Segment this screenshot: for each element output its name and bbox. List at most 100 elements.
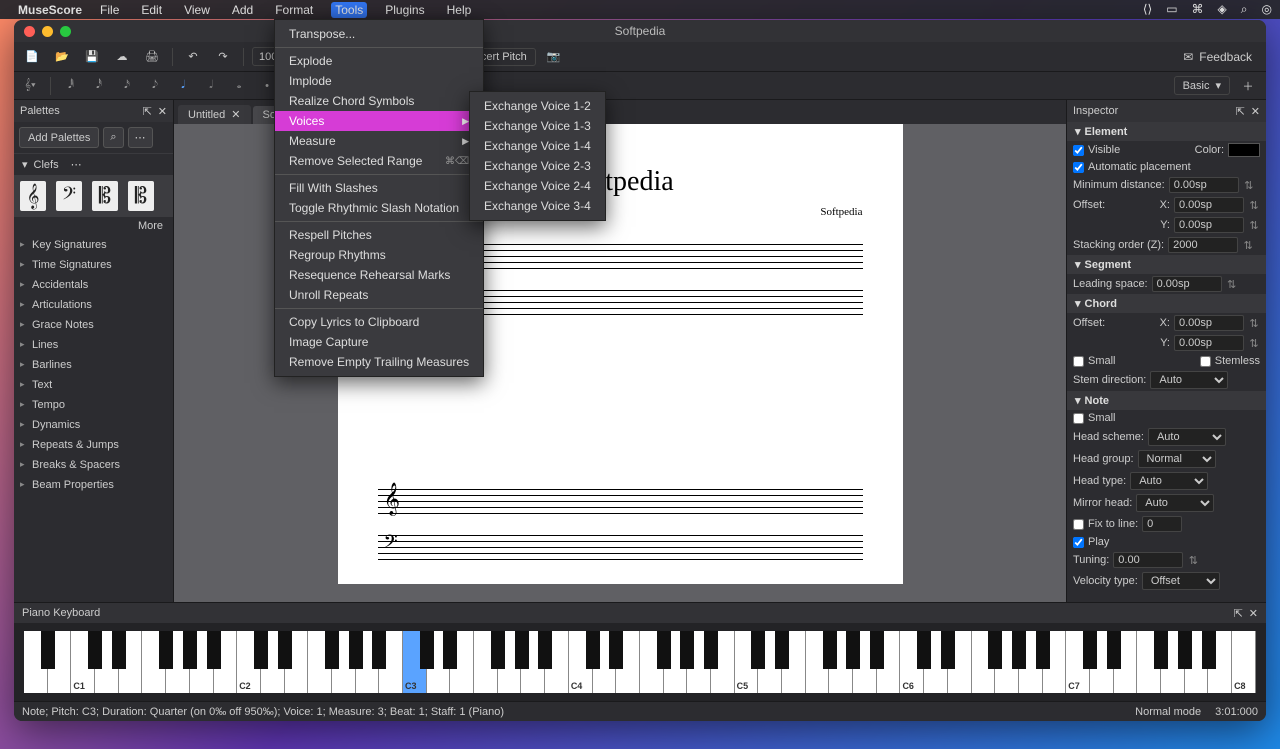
camera-icon[interactable]: 📷 — [542, 45, 566, 69]
palette-articulations[interactable]: Articulations — [14, 295, 173, 315]
menu-tools[interactable]: Tools — [331, 2, 367, 18]
black-key[interactable] — [1083, 631, 1097, 669]
black-key[interactable] — [1154, 631, 1168, 669]
exchange-voice-3-4[interactable]: Exchange Voice 3-4 — [470, 196, 605, 216]
undo-icon[interactable]: ↶ — [181, 45, 205, 69]
palette-tempo[interactable]: Tempo — [14, 395, 173, 415]
stacking-input[interactable] — [1168, 237, 1238, 253]
note-16th-icon[interactable]: 𝅘𝅥𝅯 — [117, 75, 137, 97]
color-swatch[interactable] — [1228, 143, 1260, 157]
siri-icon[interactable]: ◎ — [1262, 2, 1272, 17]
palette-time-sig[interactable]: Time Signatures — [14, 255, 173, 275]
palette-text[interactable]: Text — [14, 375, 173, 395]
tuning-input[interactable] — [1113, 552, 1183, 568]
note-quarter-icon[interactable]: 𝅘𝅥 — [173, 75, 193, 97]
min-dist-input[interactable] — [1169, 177, 1239, 193]
black-key[interactable] — [443, 631, 457, 669]
black-key[interactable] — [538, 631, 552, 669]
app-name[interactable]: MuseScore — [18, 3, 82, 17]
palette-barlines[interactable]: Barlines — [14, 355, 173, 375]
palette-search-icon[interactable]: ⌕ — [103, 127, 123, 148]
staff-system-2[interactable]: 𝄞 𝄢 — [378, 479, 863, 569]
black-key[interactable] — [1107, 631, 1121, 669]
exchange-voice-1-3[interactable]: Exchange Voice 1-3 — [470, 116, 605, 136]
wifi-icon[interactable]: ◈ — [1218, 2, 1227, 17]
leading-input[interactable] — [1152, 276, 1222, 292]
black-key[interactable] — [988, 631, 1002, 669]
note-64th-icon[interactable]: 𝅘𝅥𝅱 — [61, 75, 81, 97]
palette-repeats[interactable]: Repeats & Jumps — [14, 435, 173, 455]
tools-regroup[interactable]: Regroup Rhythms — [275, 245, 483, 265]
control-center-icon[interactable]: ⟨⟩ — [1143, 2, 1152, 17]
menu-view[interactable]: View — [180, 2, 214, 18]
piano-undock-icon[interactable]: ⇱ — [1234, 607, 1243, 620]
window-maximize[interactable] — [60, 26, 71, 37]
palette-accidentals[interactable]: Accidentals — [14, 275, 173, 295]
black-key[interactable] — [372, 631, 386, 669]
note-small-checkbox[interactable] — [1073, 413, 1084, 424]
tools-explode[interactable]: Explode — [275, 51, 483, 71]
note-8th-icon[interactable]: 𝅘𝅥𝅮 — [145, 75, 165, 97]
add-palettes-button[interactable]: Add Palettes — [19, 127, 99, 148]
cloud-icon[interactable]: ☁ — [110, 45, 134, 69]
tools-respell[interactable]: Respell Pitches — [275, 225, 483, 245]
stemless-checkbox[interactable] — [1200, 356, 1211, 367]
chord-x-input[interactable] — [1174, 315, 1244, 331]
fix-line-checkbox[interactable] — [1073, 519, 1084, 530]
insp-segment-header[interactable]: ▾ Segment — [1067, 255, 1266, 274]
exchange-voice-1-4[interactable]: Exchange Voice 1-4 — [470, 136, 605, 156]
black-key[interactable] — [420, 631, 434, 669]
black-key[interactable] — [349, 631, 363, 669]
feedback-button[interactable]: ✉ Feedback — [1183, 50, 1252, 64]
black-key[interactable] — [586, 631, 600, 669]
menu-help[interactable]: Help — [443, 2, 476, 18]
bass-clef-icon[interactable]: 𝄢 — [56, 181, 82, 211]
black-key[interactable] — [278, 631, 292, 669]
palette-clefs-header[interactable]: ▾ Clefs⋯ — [14, 154, 173, 175]
black-key[interactable] — [751, 631, 765, 669]
add-panel-icon[interactable]: ＋ — [1236, 74, 1260, 98]
black-key[interactable] — [491, 631, 505, 669]
black-key[interactable] — [325, 631, 339, 669]
alto-clef-icon[interactable]: 𝄡 — [92, 181, 118, 211]
black-key[interactable] — [775, 631, 789, 669]
tools-resequence[interactable]: Resequence Rehearsal Marks — [275, 265, 483, 285]
tenor-clef-icon[interactable]: 𝄡 — [128, 181, 154, 211]
window-close[interactable] — [24, 26, 35, 37]
tab-close-icon[interactable]: ✕ — [231, 108, 240, 121]
battery-icon[interactable]: ▭ — [1166, 2, 1177, 17]
tools-measure[interactable]: Measure▶ — [275, 131, 483, 151]
head-type-select[interactable]: Auto — [1130, 472, 1208, 490]
exchange-voice-2-3[interactable]: Exchange Voice 2-3 — [470, 156, 605, 176]
insp-chord-header[interactable]: ▾ Chord — [1067, 294, 1266, 313]
palette-dynamics[interactable]: Dynamics — [14, 415, 173, 435]
black-key[interactable] — [254, 631, 268, 669]
black-key[interactable] — [1036, 631, 1050, 669]
black-key[interactable] — [1178, 631, 1192, 669]
tools-remove-range[interactable]: Remove Selected Range⌘⌫ — [275, 151, 483, 171]
tools-voices[interactable]: Voices▶ — [275, 111, 483, 131]
note-32nd-icon[interactable]: 𝅘𝅥𝅰 — [89, 75, 109, 97]
black-key[interactable] — [823, 631, 837, 669]
tools-unroll[interactable]: Unroll Repeats — [275, 285, 483, 305]
tools-remove-empty[interactable]: Remove Empty Trailing Measures — [275, 352, 483, 372]
white-key[interactable]: C8 — [1232, 631, 1256, 693]
bluetooth-icon[interactable]: ⌘ — [1192, 2, 1204, 17]
black-key[interactable] — [609, 631, 623, 669]
treble-clef-icon[interactable]: 𝄞 — [20, 181, 46, 211]
offset-y-input[interactable] — [1174, 217, 1244, 233]
view-mode-select[interactable]: Basic ▾ — [1174, 76, 1230, 95]
mirror-select[interactable]: Auto — [1136, 494, 1214, 512]
black-key[interactable] — [657, 631, 671, 669]
window-minimize[interactable] — [42, 26, 53, 37]
note-input-icon[interactable]: 𝄞▾ — [20, 75, 40, 97]
palette-breaks[interactable]: Breaks & Spacers — [14, 455, 173, 475]
inspector-close-icon[interactable]: ✕ — [1251, 105, 1260, 118]
tools-transpose[interactable]: Transpose... — [275, 24, 483, 44]
chord-small-checkbox[interactable] — [1073, 356, 1084, 367]
palette-key-sig[interactable]: Key Signatures — [14, 235, 173, 255]
menu-edit[interactable]: Edit — [137, 2, 166, 18]
fix-line-input[interactable] — [1142, 516, 1182, 532]
insp-element-header[interactable]: ▾ Element — [1067, 122, 1266, 141]
head-group-select[interactable]: Normal — [1138, 450, 1216, 468]
